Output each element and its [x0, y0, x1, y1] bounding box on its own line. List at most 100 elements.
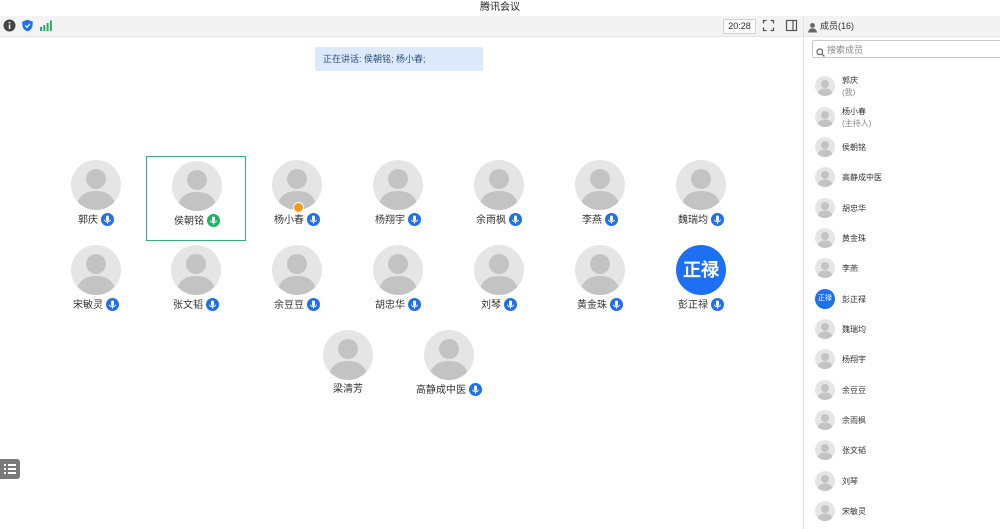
mic-icon — [509, 213, 522, 226]
mic-icon — [106, 298, 119, 311]
participant-name: 梁清芳 — [333, 384, 363, 395]
members-panel-header: 成员(16) — [804, 16, 1000, 37]
avatar — [424, 330, 474, 380]
members-count-title: 成员(16) — [820, 21, 855, 31]
participant-name: 高静成中医 — [416, 385, 466, 396]
member-search-input[interactable]: 搜索成员 — [812, 40, 1000, 58]
avatar — [815, 258, 835, 278]
fullscreen-icon[interactable] — [762, 19, 775, 32]
member-name: 李燕 — [842, 264, 858, 273]
info-icon[interactable] — [3, 19, 16, 32]
avatar — [815, 501, 835, 521]
participant-name: 李燕 — [582, 215, 602, 226]
member-name: 胡忠华 — [842, 204, 866, 213]
avatar — [575, 160, 625, 210]
shield-icon[interactable] — [21, 19, 34, 32]
participant-tile[interactable]: 正禄 彭正禄 — [651, 241, 751, 326]
mic-icon — [711, 298, 724, 311]
participant-tile[interactable]: 刘琴 — [449, 241, 549, 326]
member-name: 侯朝铭 — [842, 143, 866, 152]
participant-tile[interactable]: 郭庆 — [46, 156, 146, 241]
member-name: 杨翔宇 — [842, 355, 866, 364]
avatar — [171, 245, 221, 295]
member-item[interactable]: 刘琴 — [804, 466, 1000, 496]
participant-tile-active[interactable]: 侯朝铭 — [146, 156, 246, 241]
list-icon — [4, 464, 16, 474]
member-name: 魏瑞均 — [842, 325, 866, 334]
participant-tile[interactable]: 高静成中医 — [399, 326, 499, 411]
meeting-timer: 20:28 — [723, 19, 756, 34]
mic-icon — [504, 298, 517, 311]
member-name: 黄金珠 — [842, 234, 866, 243]
member-item[interactable]: 郭庆 (我) — [804, 71, 1000, 101]
avatar — [575, 245, 625, 295]
participant-tile[interactable]: 李燕 — [550, 156, 650, 241]
participant-tile[interactable]: 魏瑞均 — [651, 156, 751, 241]
member-name: 余雨枫 — [842, 416, 866, 425]
member-name: 宋敏灵 — [842, 507, 866, 516]
participant-name: 杨翔宇 — [375, 215, 405, 226]
participant-tile[interactable]: 余豆豆 — [247, 241, 347, 326]
mic-speaking-icon — [207, 214, 220, 227]
participant-tile[interactable]: 张文韬 — [146, 241, 246, 326]
mic-icon — [408, 298, 421, 311]
member-role: (主持人) — [842, 119, 872, 128]
member-item[interactable]: 李燕 — [804, 253, 1000, 283]
member-item[interactable]: 余雨枫 — [804, 405, 1000, 435]
members-panel: 成员(16) 搜索成员 郭庆 (我) 杨小春 (主持人) 侯朝铭 高静成中医 胡… — [803, 16, 1000, 529]
mic-icon — [610, 298, 623, 311]
member-name: 张文韬 — [842, 446, 866, 455]
participant-tile[interactable]: 宋敏灵 — [46, 241, 146, 326]
avatar — [815, 380, 835, 400]
speaking-banner: 正在讲话: 侯朝铭; 杨小春; — [315, 47, 483, 71]
avatar — [815, 471, 835, 491]
host-badge-icon — [293, 202, 304, 213]
avatar — [676, 160, 726, 210]
member-name: 高静成中医 — [842, 173, 882, 182]
participant-name: 刘琴 — [481, 300, 501, 311]
avatar — [172, 161, 222, 211]
participant-name: 张文韬 — [173, 300, 203, 311]
mic-icon — [307, 298, 320, 311]
search-placeholder: 搜索成员 — [827, 45, 864, 55]
participant-tile[interactable]: 杨翔宇 — [348, 156, 448, 241]
member-item[interactable]: 高静成中医 — [804, 162, 1000, 192]
participant-tile[interactable]: 余雨枫 — [449, 156, 549, 241]
participant-tile[interactable]: 杨小春 — [247, 156, 347, 241]
sidebar-icon[interactable] — [785, 19, 798, 32]
member-item[interactable]: 侯朝铭 — [804, 132, 1000, 162]
member-item[interactable]: 胡忠华 — [804, 193, 1000, 223]
avatar — [815, 319, 835, 339]
avatar — [373, 160, 423, 210]
mic-icon — [206, 298, 219, 311]
member-item[interactable]: 魏瑞均 — [804, 314, 1000, 344]
avatar — [815, 349, 835, 369]
participant-tile[interactable]: 黄金珠 — [550, 241, 650, 326]
mic-icon — [101, 213, 114, 226]
signal-icon[interactable] — [39, 19, 52, 32]
mic-icon — [605, 213, 618, 226]
member-item[interactable]: 张文韬 — [804, 435, 1000, 465]
member-list-toggle-button[interactable] — [0, 459, 20, 479]
member-name: 余豆豆 — [842, 386, 866, 395]
member-item[interactable]: 杨翔宇 — [804, 344, 1000, 374]
avatar — [71, 245, 121, 295]
member-item[interactable]: 正禄 彭正禄 — [804, 284, 1000, 314]
participant-tile[interactable]: 梁清芳 — [298, 326, 398, 411]
participant-name: 宋敏灵 — [73, 300, 103, 311]
member-name: 郭庆 — [842, 76, 858, 85]
member-item[interactable]: 黄金珠 — [804, 223, 1000, 253]
member-item[interactable]: 杨小春 (主持人) — [804, 102, 1000, 132]
participant-name: 杨小春 — [274, 215, 304, 226]
participant-name: 余豆豆 — [274, 300, 304, 311]
participant-name: 黄金珠 — [577, 300, 607, 311]
mic-icon — [307, 213, 320, 226]
member-name: 彭正禄 — [842, 295, 866, 304]
member-item[interactable]: 余豆豆 — [804, 375, 1000, 405]
participant-tile[interactable]: 胡忠华 — [348, 241, 448, 326]
participant-name: 余雨枫 — [476, 215, 506, 226]
participant-name: 郭庆 — [78, 215, 98, 226]
avatar — [323, 330, 373, 380]
member-item[interactable]: 宋敏灵 — [804, 496, 1000, 526]
member-name: 刘琴 — [842, 477, 858, 486]
